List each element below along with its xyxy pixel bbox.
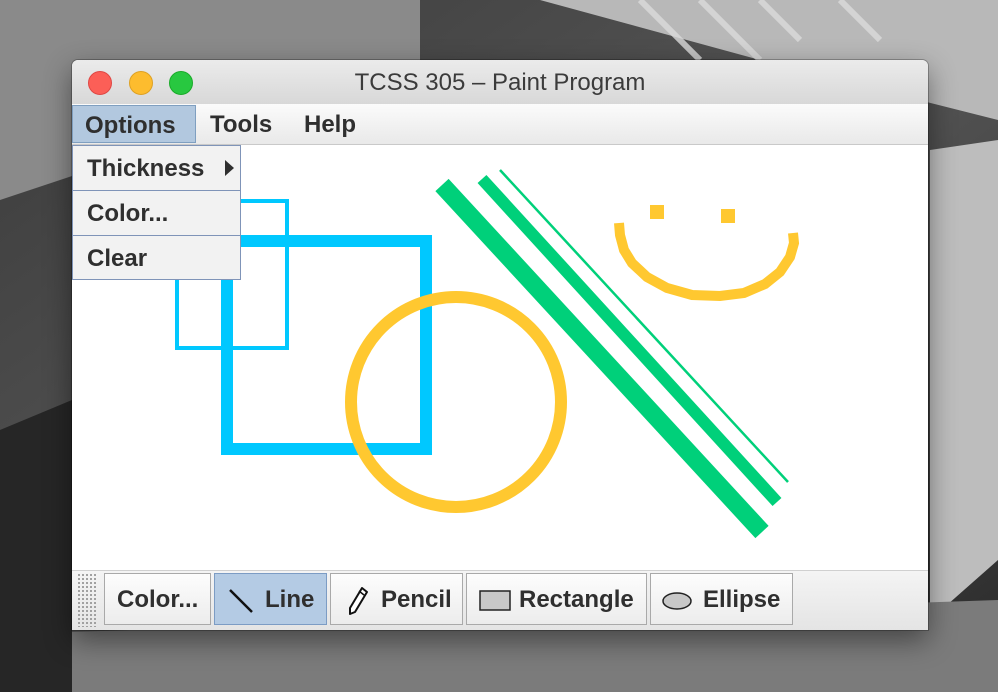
smiley-mouth	[614, 222, 800, 302]
toolbar-grip-handle[interactable]	[77, 573, 97, 627]
blue-thick-rectangle	[221, 235, 432, 455]
green-thin-line	[499, 169, 789, 483]
pencil-icon	[349, 587, 368, 615]
ellipse-tool-label: Ellipse	[703, 586, 781, 613]
menu-item-thickness-label: Thickness	[87, 155, 205, 182]
line-tool-button[interactable]: Line	[214, 573, 327, 625]
menu-bar: Options Tools Help	[72, 104, 928, 145]
pencil-tool-button[interactable]: Pencil	[330, 573, 463, 625]
tool-bar: Color... Line Pencil Rectangle Ellipse	[72, 570, 928, 630]
green-thick-line	[435, 178, 769, 539]
line-tool-label: Line	[265, 586, 315, 613]
options-dropdown-menu: Thickness Color... Clear	[72, 145, 241, 280]
line-icon	[229, 589, 253, 613]
pencil-tool-label: Pencil	[381, 586, 452, 613]
yellow-circle	[345, 291, 567, 513]
rectangle-icon	[479, 590, 511, 611]
rectangle-tool-button[interactable]: Rectangle	[466, 573, 647, 625]
smiley-right-eye	[721, 209, 735, 223]
green-medium-line	[477, 174, 782, 507]
menu-item-color[interactable]: Color...	[73, 191, 240, 235]
title-bar: TCSS 305 – Paint Program	[72, 60, 928, 105]
color-button[interactable]: Color...	[104, 573, 211, 625]
menu-options[interactable]: Options	[72, 105, 196, 143]
menu-item-thickness[interactable]: Thickness	[73, 146, 240, 190]
ellipse-tool-button[interactable]: Ellipse	[650, 573, 793, 625]
smiley-left-eye	[650, 205, 664, 219]
color-button-label: Color...	[117, 586, 199, 613]
menu-item-clear[interactable]: Clear	[73, 236, 240, 280]
submenu-arrow-icon	[225, 160, 234, 176]
menu-tools[interactable]: Tools	[198, 105, 284, 143]
ellipse-icon	[662, 592, 692, 610]
rectangle-tool-label: Rectangle	[519, 586, 634, 613]
window-title: TCSS 305 – Paint Program	[354, 69, 646, 96]
menu-help[interactable]: Help	[292, 105, 368, 143]
paint-window: TCSS 305 – Paint Program Options Tools H…	[72, 60, 928, 630]
